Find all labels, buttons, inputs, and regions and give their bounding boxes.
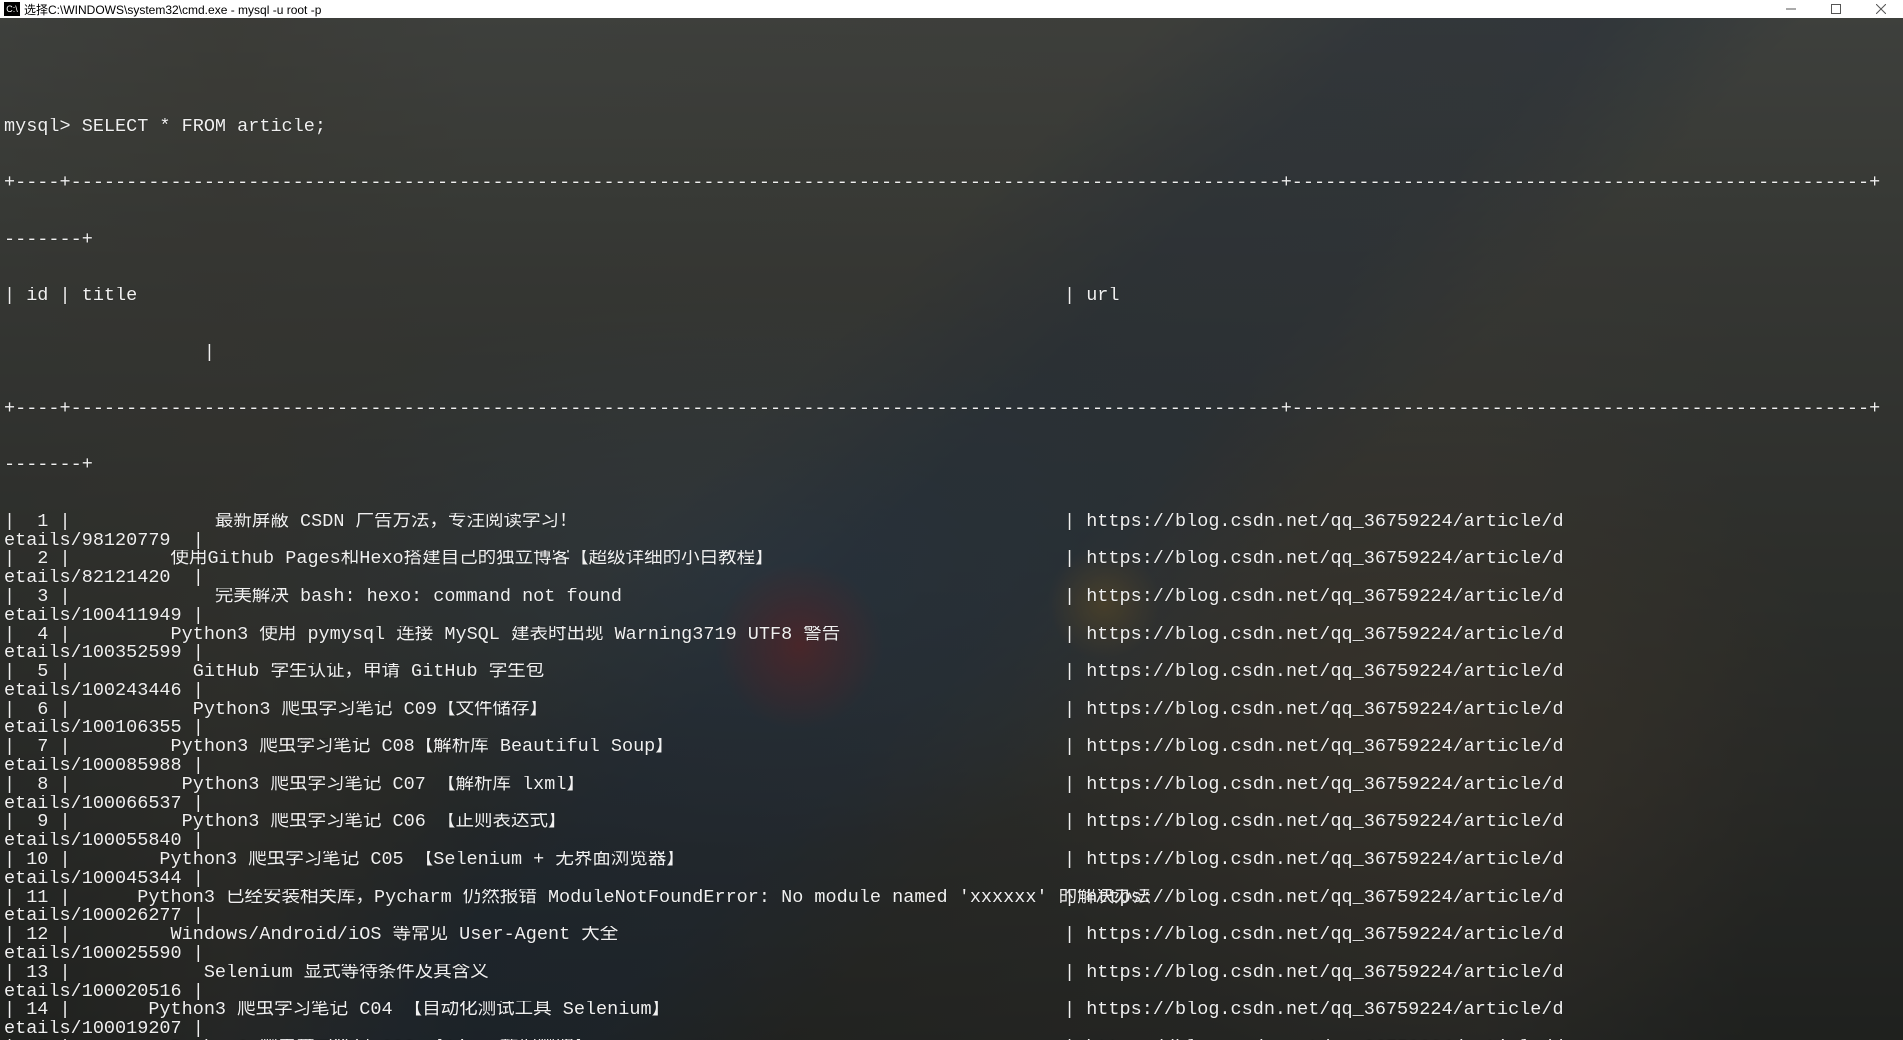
row-url: | https://blog.csdn.net/qq_36759224/arti…	[1064, 701, 1564, 720]
table-header-url: | url	[1064, 287, 1120, 306]
table-row: | 12 | Windows/Android/iOS 等常见 User-Agen…	[4, 926, 1899, 945]
table-row-wrap: etails/100025590 |	[4, 945, 1899, 964]
table-row: | 10 | Python3 爬虫学习笔记 C05 【Selenium + 无界…	[4, 851, 1899, 870]
row-id-title: | 2 | 使用Github Pages和Hexo搭建自己的独立博客【超级详细的…	[4, 550, 774, 569]
table-row: | 3 | 完美解决 bash: hexo: command not found…	[4, 588, 1899, 607]
row-id-title: | 1 | 最新屏蔽 CSDN 广告方法，专注阅读学习！	[4, 513, 578, 532]
window-title: 选择C:\WINDOWS\system32\cmd.exe - mysql -u…	[24, 1, 1903, 18]
row-url: | https://blog.csdn.net/qq_36759224/arti…	[1064, 776, 1564, 795]
table-row-wrap: etails/100019207 |	[4, 1020, 1899, 1039]
row-id-title: | 7 | Python3 爬虫学习笔记 C08【解析库 Beautiful S…	[4, 738, 674, 757]
table-row-wrap: etails/100243446 |	[4, 682, 1899, 701]
table-divider-mid: +----+----------------------------------…	[4, 400, 1899, 419]
row-id-title: | 12 | Windows/Android/iOS 等常见 User-Agen…	[4, 926, 618, 945]
row-url: | https://blog.csdn.net/qq_36759224/arti…	[1064, 813, 1564, 832]
row-id-title: | 5 | GitHub 学生认证，申请 GitHub 学生包	[4, 663, 544, 682]
row-id-title: | 11 | Python3 已经安装相关库，Pycharm 仍然报错 Modu…	[4, 889, 1162, 908]
row-id-title: | 8 | Python3 爬虫学习笔记 C07 【解析库 lxml】	[4, 776, 585, 795]
row-url: | https://blog.csdn.net/qq_36759224/arti…	[1064, 964, 1564, 983]
table-header: | id | title | url	[4, 287, 1899, 306]
row-url: | https://blog.csdn.net/qq_36759224/arti…	[1064, 588, 1564, 607]
table-row-wrap: etails/82121420 |	[4, 569, 1899, 588]
table-row: | 4 | Python3 使用 pymysql 连接 MySQL 建表时出现 …	[4, 626, 1899, 645]
table-row-wrap: etails/100352599 |	[4, 644, 1899, 663]
table-row-wrap: etails/100055840 |	[4, 832, 1899, 851]
table-row-wrap: etails/98120779 |	[4, 532, 1899, 551]
table-row: | 13 | Selenium 显式等待条件及其含义 | https://blog…	[4, 964, 1899, 983]
table-row: | 11 | Python3 已经安装相关库，Pycharm 仍然报错 Modu…	[4, 889, 1899, 908]
table-divider-top-wrap: -------+	[4, 231, 1899, 250]
table-row: | 7 | Python3 爬虫学习笔记 C08【解析库 Beautiful S…	[4, 738, 1899, 757]
table-row-wrap: etails/100066537 |	[4, 795, 1899, 814]
table-row: | 8 | Python3 爬虫学习笔记 C07 【解析库 lxml】 | htt…	[4, 776, 1899, 795]
row-id-title: | 10 | Python3 爬虫学习笔记 C05 【Selenium + 无界…	[4, 851, 685, 870]
row-id-title: | 6 | Python3 爬虫学习笔记 C09【文件储存】	[4, 701, 548, 720]
row-url: | https://blog.csdn.net/qq_36759224/arti…	[1064, 851, 1564, 870]
table-header-wrap: |	[4, 344, 1899, 363]
terminal-output[interactable]: mysql> SELECT * FROM article; +----+----…	[0, 18, 1903, 1040]
table-row-wrap: etails/100026277 |	[4, 907, 1899, 926]
table-row-wrap: etails/100020516 |	[4, 983, 1899, 1002]
minimize-button[interactable]	[1768, 0, 1813, 18]
window-titlebar[interactable]: C:\ 选择C:\WINDOWS\system32\cmd.exe - mysq…	[0, 0, 1903, 18]
row-url: | https://blog.csdn.net/qq_36759224/arti…	[1064, 663, 1564, 682]
row-id-title: | 13 | Selenium 显式等待条件及其含义	[4, 964, 489, 983]
row-url: | https://blog.csdn.net/qq_36759224/arti…	[1064, 626, 1564, 645]
table-row: | 14 | Python3 爬虫学习笔记 C04 【自动化测试工具 Selen…	[4, 1001, 1899, 1020]
table-row-wrap: etails/100411949 |	[4, 607, 1899, 626]
row-url: | https://blog.csdn.net/qq_36759224/arti…	[1064, 889, 1564, 908]
terminal-blank	[4, 62, 1899, 81]
table-row: | 1 | 最新屏蔽 CSDN 广告方法，专注阅读学习！ | https://bl…	[4, 513, 1899, 532]
table-row-wrap: etails/100085988 |	[4, 757, 1899, 776]
row-url: | https://blog.csdn.net/qq_36759224/arti…	[1064, 738, 1564, 757]
row-id-title: | 14 | Python3 爬虫学习笔记 C04 【自动化测试工具 Selen…	[4, 1001, 670, 1020]
row-id-title: | 9 | Python3 爬虫学习笔记 C06 【正则表达式】	[4, 813, 566, 832]
row-url: | https://blog.csdn.net/qq_36759224/arti…	[1064, 926, 1564, 945]
close-button[interactable]	[1858, 0, 1903, 18]
cmd-icon: C:\	[4, 2, 20, 16]
row-id-title: | 3 | 完美解决 bash: hexo: command not found	[4, 588, 622, 607]
table-row: | 2 | 使用Github Pages和Hexo搭建自己的独立博客【超级详细的…	[4, 550, 1899, 569]
terminal-prompt: mysql> SELECT * FROM article;	[4, 118, 1899, 137]
row-url: | https://blog.csdn.net/qq_36759224/arti…	[1064, 1001, 1564, 1020]
row-url: | https://blog.csdn.net/qq_36759224/arti…	[1064, 513, 1564, 532]
table-divider-mid-wrap: -------+	[4, 456, 1899, 475]
table-row: | 6 | Python3 爬虫学习笔记 C09【文件储存】 | https://…	[4, 701, 1899, 720]
table-row: | 9 | Python3 爬虫学习笔记 C06 【正则表达式】 | https:…	[4, 813, 1899, 832]
table-row-wrap: etails/100106355 |	[4, 719, 1899, 738]
table-row: | 5 | GitHub 学生认证，申请 GitHub 学生包 | https:/…	[4, 663, 1899, 682]
row-url: | https://blog.csdn.net/qq_36759224/arti…	[1064, 550, 1564, 569]
row-id-title: | 4 | Python3 使用 pymysql 连接 MySQL 建表时出现 …	[4, 626, 840, 645]
table-divider-top: +----+----------------------------------…	[4, 174, 1899, 193]
maximize-button[interactable]	[1813, 0, 1858, 18]
window-buttons	[1768, 0, 1903, 18]
table-row-wrap: etails/100045344 |	[4, 870, 1899, 889]
